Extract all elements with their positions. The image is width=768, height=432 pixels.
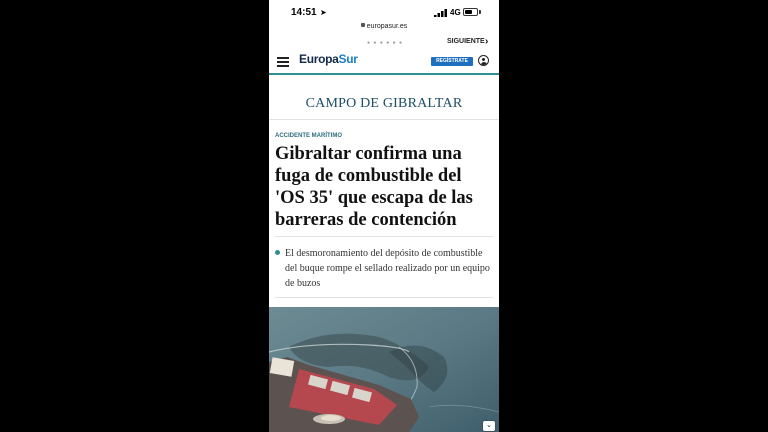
status-bar: 14:51 ➤ 4G — [269, 0, 499, 24]
battery-tip — [479, 10, 481, 14]
site-header: EuropaSur REGÍSTRATE — [269, 50, 499, 72]
location-icon: ➤ — [320, 8, 327, 17]
user-account-icon[interactable] — [478, 55, 489, 66]
section-title[interactable]: CAMPO DE GIBRALTAR — [269, 96, 499, 112]
phone-screen: 14:51 ➤ 4G europasur.es ● ● ● ● ● ● SIGU… — [269, 0, 499, 432]
url-text: europasur.es — [366, 23, 408, 30]
article-kicker[interactable]: ACCIDENTE MARÍTIMO — [275, 133, 342, 139]
chevron-down-icon[interactable]: ⌄ — [483, 421, 495, 431]
divider — [269, 119, 499, 120]
bullet-icon — [275, 250, 280, 255]
lock-icon — [360, 23, 365, 28]
chevron-right-icon[interactable]: › — [485, 36, 488, 47]
article-headline: Gibraltar confirma una fuga de combustib… — [275, 144, 473, 230]
signal-icon — [434, 9, 447, 17]
battery-fill — [465, 10, 472, 14]
battery-icon — [463, 8, 478, 16]
menu-icon[interactable] — [277, 57, 289, 67]
divider — [275, 297, 493, 298]
register-button[interactable]: REGÍSTRATE — [431, 57, 473, 66]
article-lead: El desmoronamiento del depósito de combu… — [285, 248, 490, 289]
site-logo[interactable]: EuropaSur — [299, 52, 358, 66]
divider — [275, 236, 493, 237]
page-dots: ● ● ● ● ● ● — [367, 40, 404, 46]
next-article-link[interactable]: SIGUIENTE — [447, 38, 485, 45]
network-type: 4G — [450, 8, 461, 17]
address-bar[interactable]: europasur.es — [269, 23, 499, 35]
status-time: 14:51 — [291, 7, 317, 18]
article-photo[interactable] — [269, 307, 499, 432]
ship-aerial-image — [269, 307, 499, 432]
header-divider — [269, 73, 499, 75]
